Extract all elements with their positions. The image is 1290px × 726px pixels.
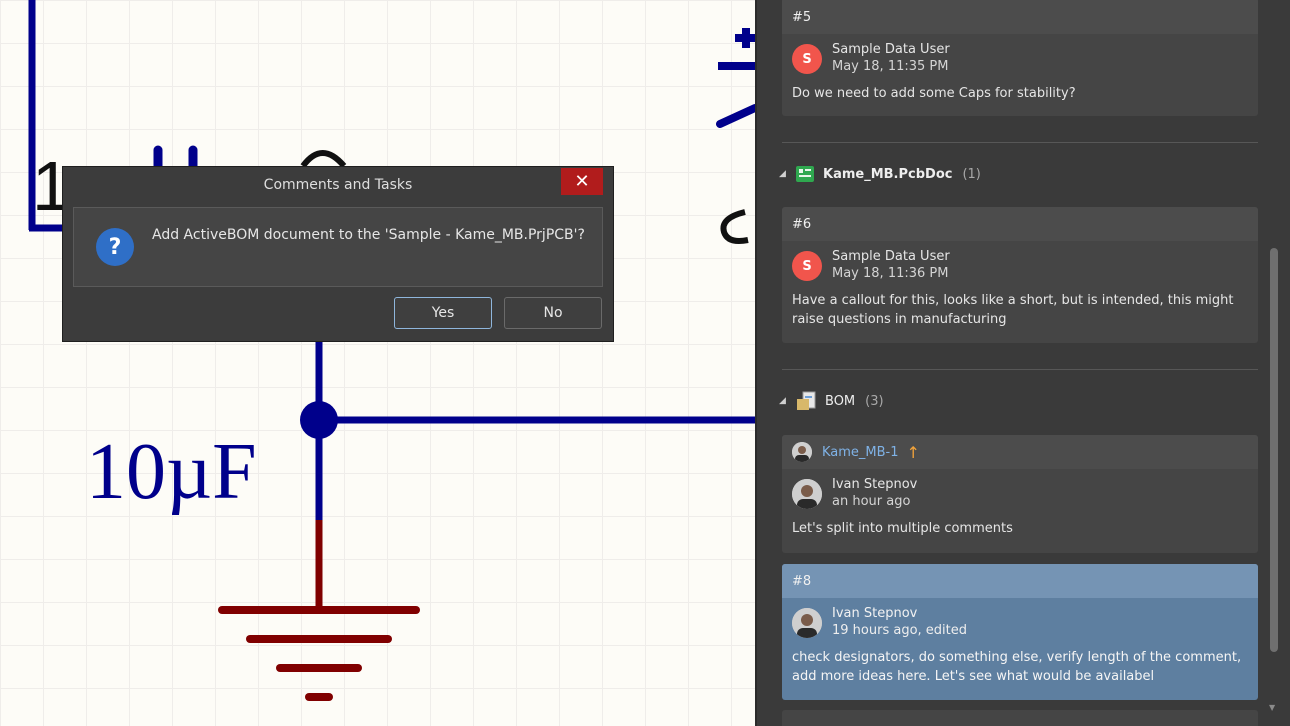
avatar[interactable] — [792, 608, 822, 638]
group-count: (3) — [865, 393, 884, 409]
schematic-canvas[interactable]: 1 10µF — [0, 0, 755, 726]
junction-dot — [300, 401, 338, 439]
comment-time: an hour ago — [832, 494, 911, 509]
comment-time: 19 hours ago, edited — [832, 623, 968, 638]
comment-card-5[interactable]: #5 S Sample Data User May 18, 11:35 PM D… — [782, 0, 1258, 116]
pin-arc — [300, 150, 347, 169]
comment-author: Ivan Stepnov an hour ago — [782, 469, 1258, 515]
comment-id: #5 — [782, 0, 1258, 34]
group-name: Kame_MB.PcbDoc — [823, 166, 953, 182]
comment-text: Have a callout for this, looks like a sh… — [792, 293, 1234, 327]
bom-document-icon — [797, 391, 816, 410]
group-header-pcbdoc[interactable]: ◢ Kame_MB.PcbDoc (1) — [779, 163, 981, 185]
dialog-message-box: ? Add ActiveBOM document to the 'Sample … — [73, 207, 603, 287]
comment-author: Ivan Stepnov 19 hours ago, edited — [782, 598, 1258, 644]
collapse-triangle-icon[interactable]: ◢ — [779, 169, 795, 179]
author-name: Ivan Stepnov — [832, 477, 918, 492]
no-button[interactable]: No — [504, 297, 602, 329]
comment-author: S Sample Data User May 18, 11:36 PM — [782, 241, 1258, 287]
avatar[interactable]: S — [792, 251, 822, 281]
group-name: BOM — [825, 393, 856, 409]
comment-author: S Sample Data User May 18, 11:35 PM — [782, 34, 1258, 80]
avatar[interactable]: S — [792, 44, 822, 74]
collapse-triangle-icon[interactable]: ◢ — [779, 396, 795, 406]
small-avatar — [792, 442, 812, 462]
linked-item-label[interactable]: Kame_MB-1 — [822, 445, 899, 460]
group-header-bom[interactable]: ◢ BOM (3) — [779, 390, 884, 412]
capacitor-value-label: 10µF — [86, 428, 257, 516]
group-divider — [782, 142, 1258, 143]
comment-time: May 18, 11:36 PM — [832, 266, 949, 281]
author-name: Sample Data User — [832, 249, 950, 264]
comment-link-head: Kame_MB-1 ↑ — [782, 435, 1258, 469]
polarity-slant — [716, 104, 755, 128]
pcb-document-icon — [796, 166, 814, 182]
person-photo-icon — [792, 442, 812, 462]
question-icon: ? — [96, 228, 134, 266]
comment-id: #8 — [782, 564, 1258, 598]
comment-card-next[interactable] — [782, 710, 1258, 726]
comment-id: #6 — [782, 207, 1258, 241]
close-icon[interactable]: ✕ — [561, 168, 603, 195]
author-name: Sample Data User — [832, 42, 950, 57]
comment-time: May 18, 11:35 PM — [832, 59, 949, 74]
dialog-title: Comments and Tasks — [263, 177, 413, 193]
arrow-up-icon: ↑ — [906, 442, 920, 462]
group-divider — [782, 369, 1258, 370]
scroll-down-arrow-icon[interactable]: ▼ — [1269, 703, 1275, 712]
yes-button[interactable]: Yes — [394, 297, 492, 329]
comment-card-8[interactable]: #8 Ivan Stepnov 19 hours ago, edited che… — [782, 564, 1258, 700]
dialog-message: Add ActiveBOM document to the 'Sample - … — [152, 227, 585, 243]
comments-panel: #5 S Sample Data User May 18, 11:35 PM D… — [755, 0, 1290, 726]
pin-arc-right — [720, 209, 749, 244]
avatar[interactable] — [792, 479, 822, 509]
comment-card-6[interactable]: #6 S Sample Data User May 18, 11:36 PM H… — [782, 207, 1258, 343]
person-photo-icon — [792, 608, 822, 638]
author-name: Ivan Stepnov — [832, 606, 918, 621]
person-photo-icon — [792, 479, 822, 509]
schematic-drawing: 1 10µF — [28, 0, 755, 701]
confirm-dialog: Comments and Tasks ✕ ? Add ActiveBOM doc… — [62, 166, 614, 342]
comment-card-kame-mb-1[interactable]: Kame_MB-1 ↑ Ivan Stepnov an hour ago Let… — [782, 435, 1258, 553]
comment-text: Let's split into multiple comments — [792, 521, 1013, 536]
group-count: (1) — [962, 166, 981, 182]
scrollbar-thumb[interactable] — [1270, 248, 1278, 652]
panel-scrollbar[interactable]: ▼ — [1269, 8, 1278, 712]
comment-text: check designators, do something else, ve… — [792, 650, 1242, 684]
comment-text: Do we need to add some Caps for stabilit… — [792, 86, 1076, 101]
